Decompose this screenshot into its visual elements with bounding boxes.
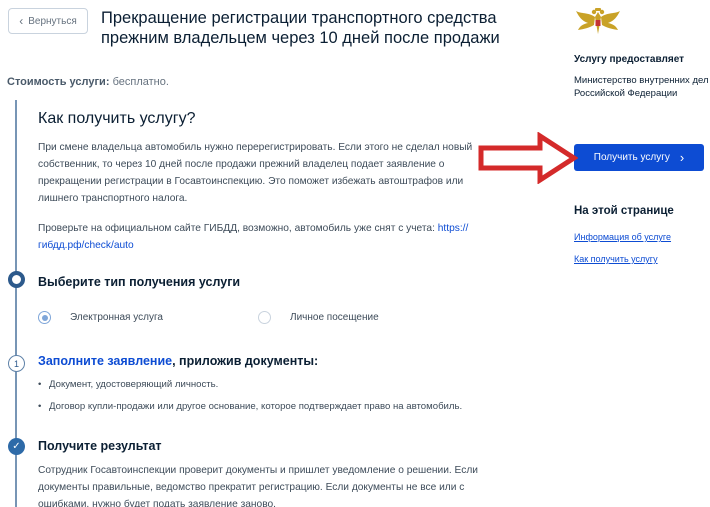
how-paragraph: При смене владельца автомобиль нужно пер… [38, 142, 473, 204]
anchor-how-to-get[interactable]: Как получить услугу [574, 254, 658, 264]
provider-name: Министерство внутренних дел Российской Ф… [574, 75, 709, 99]
chevron-left-icon: ‹ [19, 14, 24, 28]
documents-list: Документ, удостоверяющий личность. Догов… [38, 379, 462, 423]
cost-value: бесплатно. [112, 76, 169, 88]
service-cost: Стоимость услуги: бесплатно. [7, 76, 169, 88]
fill-application-link[interactable]: Заполните заявление [38, 354, 172, 368]
step2-title: Заполните заявление, приложив документы: [38, 354, 318, 368]
check-paragraph: Проверьте на официальном сайте ГИБДД, во… [38, 220, 500, 254]
back-button-label: Вернуться [28, 15, 77, 27]
red-arrow-annotation [478, 132, 578, 184]
on-page-title: На этой странице [574, 205, 674, 217]
radio-button-selected[interactable] [38, 311, 51, 324]
list-item: Договор купли-продажи или другое основан… [38, 401, 462, 423]
list-item: Документ, удостоверяющий личность. [38, 379, 462, 401]
step3-title: Получите результат [38, 439, 162, 453]
page-title: Прекращение регистрации транспортного ср… [101, 9, 500, 47]
check-icon: ✓ [8, 438, 25, 455]
radio-electronic[interactable]: Электронная услуга [38, 311, 163, 324]
emblem-icon [576, 8, 620, 34]
cost-label: Стоимость услуги: [7, 76, 110, 88]
radio-in-person[interactable]: Личное посещение [258, 311, 379, 324]
back-button[interactable]: ‹ Вернуться [8, 8, 88, 34]
result-paragraph: Сотрудник Госавтоинспекции проверит доку… [38, 465, 478, 507]
get-service-button[interactable]: Получить услугу › [574, 144, 704, 171]
step2-title-rest: , приложив документы: [172, 354, 319, 368]
get-service-label: Получить услугу [593, 152, 670, 163]
check-text: Проверьте на официальном сайте ГИБДД, во… [38, 223, 435, 234]
chevron-right-icon: › [679, 150, 685, 165]
radio-electronic-label: Электронная услуга [70, 312, 163, 323]
step1-title: Выберите тип получения услуги [38, 275, 241, 289]
anchor-service-info[interactable]: Информация об услуге [574, 232, 671, 242]
how-title: Как получить услугу? [38, 110, 196, 127]
step-number-marker: 1 [8, 355, 25, 372]
radio-in-person-label: Личное посещение [290, 312, 379, 323]
radio-button[interactable] [258, 311, 271, 324]
provider-label: Услугу предоставляет [574, 54, 685, 65]
step-current-marker [8, 271, 25, 288]
